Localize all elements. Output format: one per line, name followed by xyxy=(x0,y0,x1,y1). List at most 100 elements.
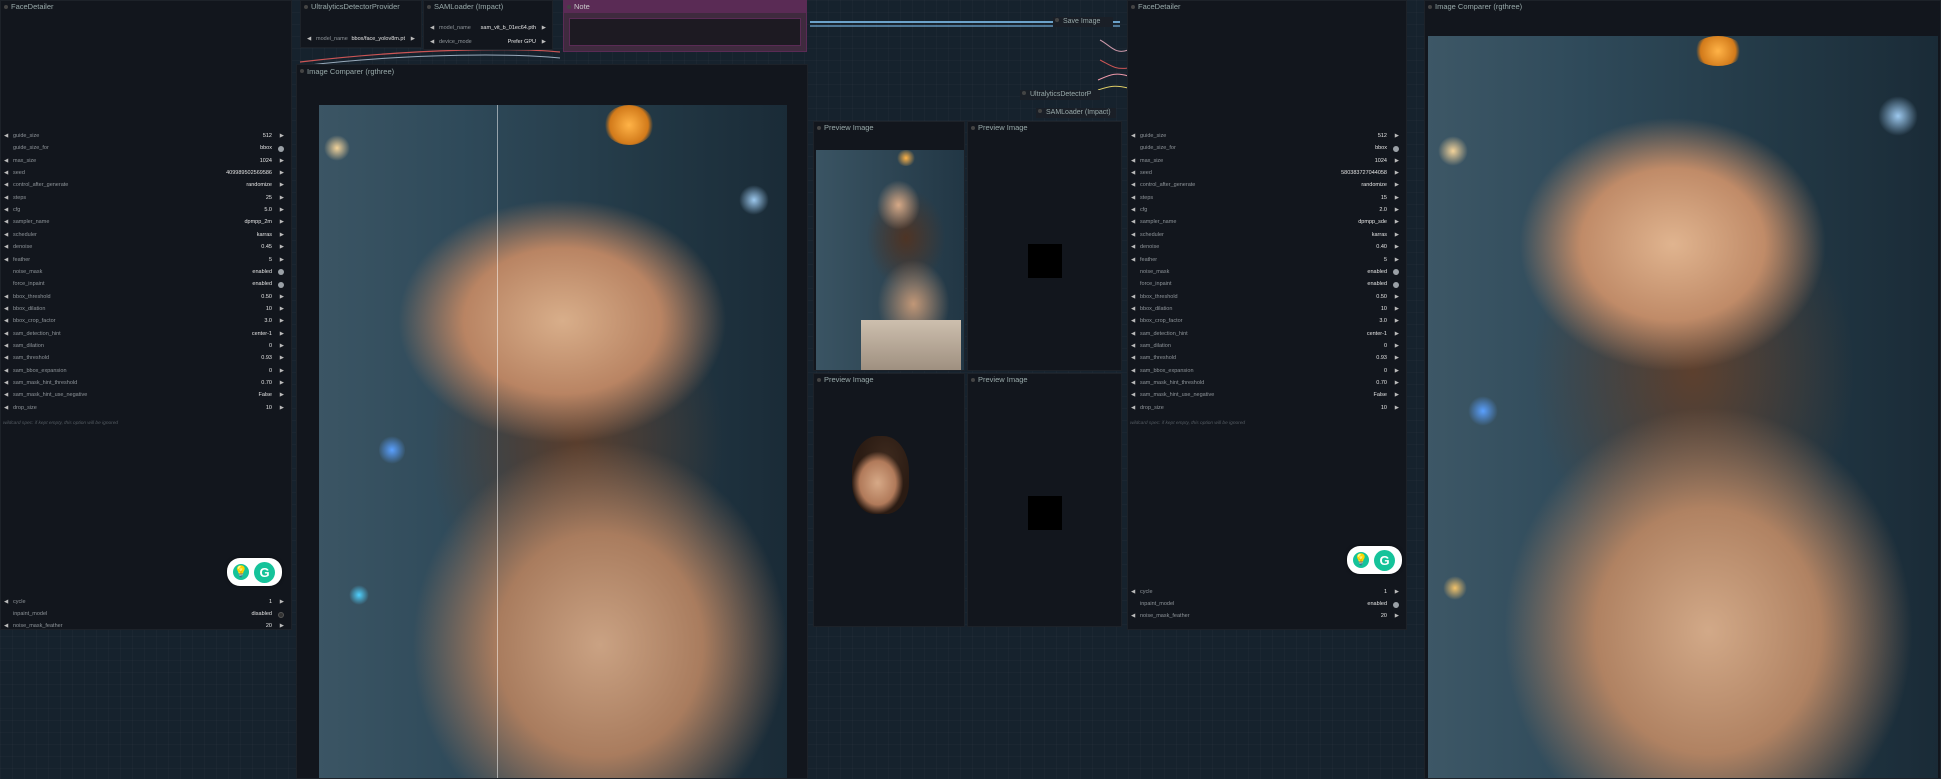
collapse-dot-icon[interactable] xyxy=(1038,109,1042,113)
note-node[interactable]: Note xyxy=(563,0,807,52)
widget-guide-size[interactable]: ◀ guide_size 512 ▶ xyxy=(1131,132,1399,141)
node-title-bar[interactable]: FaceDetailer xyxy=(1,1,291,13)
decrement-arrow-icon[interactable]: ◀ xyxy=(430,38,434,47)
decrement-arrow-icon[interactable]: ◀ xyxy=(1131,231,1135,240)
increment-arrow-icon[interactable]: ▶ xyxy=(1395,256,1399,265)
widget-sampler-name[interactable]: ◀ sampler_name dpmpp_sde ▶ xyxy=(1131,218,1399,227)
widget-force-inpaint[interactable]: force_inpaint enabled xyxy=(1131,280,1399,289)
decrement-arrow-icon[interactable]: ◀ xyxy=(1131,218,1135,227)
widget-sam-dilation[interactable]: ◀ sam_dilation 0 ▶ xyxy=(1131,342,1399,351)
increment-arrow-icon[interactable]: ▶ xyxy=(1395,330,1399,339)
node-title-bar[interactable]: Preview Image xyxy=(968,374,1121,386)
increment-arrow-icon[interactable]: ▶ xyxy=(1395,194,1399,203)
increment-arrow-icon[interactable]: ▶ xyxy=(1395,206,1399,215)
increment-arrow-icon[interactable]: ▶ xyxy=(280,305,284,314)
increment-arrow-icon[interactable]: ▶ xyxy=(280,317,284,326)
widget-control-after-generate[interactable]: ◀ control_after_generate randomize ▶ xyxy=(1131,181,1399,190)
decrement-arrow-icon[interactable]: ◀ xyxy=(4,342,8,351)
node-title-bar[interactable]: Preview Image xyxy=(968,122,1121,134)
collapse-dot-icon[interactable] xyxy=(1022,91,1026,95)
increment-arrow-icon[interactable]: ▶ xyxy=(280,231,284,240)
widget-guide-size[interactable]: ◀ guide_size 512 ▶ xyxy=(4,132,284,141)
wildcard-hint[interactable]: wildcard spec: if kept empty, this optio… xyxy=(3,421,118,426)
widget-denoise[interactable]: ◀ denoise 0.40 ▶ xyxy=(1131,243,1399,252)
node-title-bar[interactable]: Image Comparer (rgthree) xyxy=(1425,1,1940,13)
collapse-dot-icon[interactable] xyxy=(4,5,8,9)
wildcard-hint[interactable]: wildcard spec: if kept empty, this optio… xyxy=(1130,421,1245,426)
decrement-arrow-icon[interactable]: ◀ xyxy=(4,305,8,314)
node-title-bar[interactable]: Note xyxy=(564,1,806,13)
increment-arrow-icon[interactable]: ▶ xyxy=(280,157,284,166)
grammarly-badge[interactable]: 💡 G xyxy=(1347,546,1402,574)
widget-sam-detection-hint[interactable]: ◀ sam_detection_hint center-1 ▶ xyxy=(1131,330,1399,339)
increment-arrow-icon[interactable]: ▶ xyxy=(1395,379,1399,388)
widget-denoise[interactable]: ◀ denoise 0.45 ▶ xyxy=(4,243,284,252)
increment-arrow-icon[interactable]: ▶ xyxy=(1395,404,1399,413)
decrement-arrow-icon[interactable]: ◀ xyxy=(4,367,8,376)
widget-sam-mask-hint-use-negative[interactable]: ◀ sam_mask_hint_use_negative False ▶ xyxy=(1131,391,1399,400)
widget-sam-detection-hint[interactable]: ◀ sam_detection_hint center-1 ▶ xyxy=(4,330,284,339)
increment-arrow-icon[interactable]: ▶ xyxy=(542,38,546,47)
decrement-arrow-icon[interactable]: ◀ xyxy=(1131,342,1135,351)
increment-arrow-icon[interactable]: ▶ xyxy=(1395,612,1399,621)
increment-arrow-icon[interactable]: ▶ xyxy=(280,243,284,252)
decrement-arrow-icon[interactable]: ◀ xyxy=(1131,367,1135,376)
increment-arrow-icon[interactable]: ▶ xyxy=(280,342,284,351)
increment-arrow-icon[interactable]: ▶ xyxy=(280,132,284,141)
decrement-arrow-icon[interactable]: ◀ xyxy=(4,379,8,388)
decrement-arrow-icon[interactable]: ◀ xyxy=(4,231,8,240)
widget-feather[interactable]: ◀ feather 5 ▶ xyxy=(4,256,284,265)
decrement-arrow-icon[interactable]: ◀ xyxy=(1131,181,1135,190)
widget-sam-threshold[interactable]: ◀ sam_threshold 0.93 ▶ xyxy=(1131,354,1399,363)
face-crop-image[interactable] xyxy=(852,436,909,514)
widget-cfg[interactable]: ◀ cfg 5.0 ▶ xyxy=(4,206,284,215)
decrement-arrow-icon[interactable]: ◀ xyxy=(1131,317,1135,326)
bulb-icon[interactable]: 💡 xyxy=(1353,552,1369,568)
increment-arrow-icon[interactable]: ▶ xyxy=(280,379,284,388)
decrement-arrow-icon[interactable]: ◀ xyxy=(1131,169,1135,178)
widget-cfg[interactable]: ◀ cfg 2.0 ▶ xyxy=(1131,206,1399,215)
collapse-dot-icon[interactable] xyxy=(427,5,431,9)
widget-sam-threshold[interactable]: ◀ sam_threshold 0.93 ▶ xyxy=(4,354,284,363)
preview-image-node-3[interactable]: Preview Image xyxy=(813,373,965,627)
widget-sam-mask-hint-threshold[interactable]: ◀ sam_mask_hint_threshold 0.70 ▶ xyxy=(4,379,284,388)
increment-arrow-icon[interactable]: ▶ xyxy=(280,206,284,215)
decrement-arrow-icon[interactable]: ◀ xyxy=(4,293,8,302)
save-image-node[interactable]: Save Image xyxy=(1053,17,1113,27)
increment-arrow-icon[interactable]: ▶ xyxy=(1395,181,1399,190)
widget-seed[interactable]: ◀ seed 409989502569586 ▶ xyxy=(4,169,284,178)
decrement-arrow-icon[interactable]: ◀ xyxy=(1131,379,1135,388)
ultralytics-detector-node-collapsed[interactable]: UltralyticsDetectorP xyxy=(1020,90,1100,100)
increment-arrow-icon[interactable]: ▶ xyxy=(1395,317,1399,326)
toggle-switch[interactable] xyxy=(1393,281,1399,288)
widget-noise-mask-feather[interactable]: ◀ noise_mask_feather 20 ▶ xyxy=(4,622,284,629)
mask-preview-image[interactable] xyxy=(1028,244,1062,278)
decrement-arrow-icon[interactable]: ◀ xyxy=(1131,132,1135,141)
widget-sam-dilation[interactable]: ◀ sam_dilation 0 ▶ xyxy=(4,342,284,351)
increment-arrow-icon[interactable]: ▶ xyxy=(1395,132,1399,141)
decrement-arrow-icon[interactable]: ◀ xyxy=(1131,293,1135,302)
decrement-arrow-icon[interactable]: ◀ xyxy=(1131,404,1135,413)
toggle-switch[interactable] xyxy=(278,611,284,618)
decrement-arrow-icon[interactable]: ◀ xyxy=(1131,391,1135,400)
widget-steps[interactable]: ◀ steps 15 ▶ xyxy=(1131,194,1399,203)
mask-preview-image[interactable] xyxy=(1028,496,1062,530)
facedetailer-node-left[interactable]: FaceDetailer ◀ guide_size 512 ▶ guide_size_f… xyxy=(0,0,292,630)
widget-scheduler[interactable]: ◀ scheduler karras ▶ xyxy=(4,231,284,240)
increment-arrow-icon[interactable]: ▶ xyxy=(280,181,284,190)
widget-guide-size-for[interactable]: guide_size_for bbox xyxy=(4,144,284,153)
node-title-bar[interactable]: Preview Image xyxy=(814,122,964,134)
increment-arrow-icon[interactable]: ▶ xyxy=(280,367,284,376)
decrement-arrow-icon[interactable]: ◀ xyxy=(4,622,8,629)
widget-sam-bbox-expansion[interactable]: ◀ sam_bbox_expansion 0 ▶ xyxy=(4,367,284,376)
increment-arrow-icon[interactable]: ▶ xyxy=(280,194,284,203)
increment-arrow-icon[interactable]: ▶ xyxy=(280,404,284,413)
node-title-bar[interactable]: Image Comparer (rgthree) xyxy=(297,65,807,79)
widget-scheduler[interactable]: ◀ scheduler karras ▶ xyxy=(1131,231,1399,240)
widget-noise-mask-feather[interactable]: ◀ noise_mask_feather 20 ▶ xyxy=(1131,612,1399,621)
decrement-arrow-icon[interactable]: ◀ xyxy=(1131,330,1135,339)
collapse-dot-icon[interactable] xyxy=(1428,5,1432,9)
device-mode-combo[interactable]: ◀ device_mode Prefer GPU ▶ xyxy=(430,38,546,47)
increment-arrow-icon[interactable]: ▶ xyxy=(280,622,284,629)
decrement-arrow-icon[interactable]: ◀ xyxy=(1131,612,1135,621)
